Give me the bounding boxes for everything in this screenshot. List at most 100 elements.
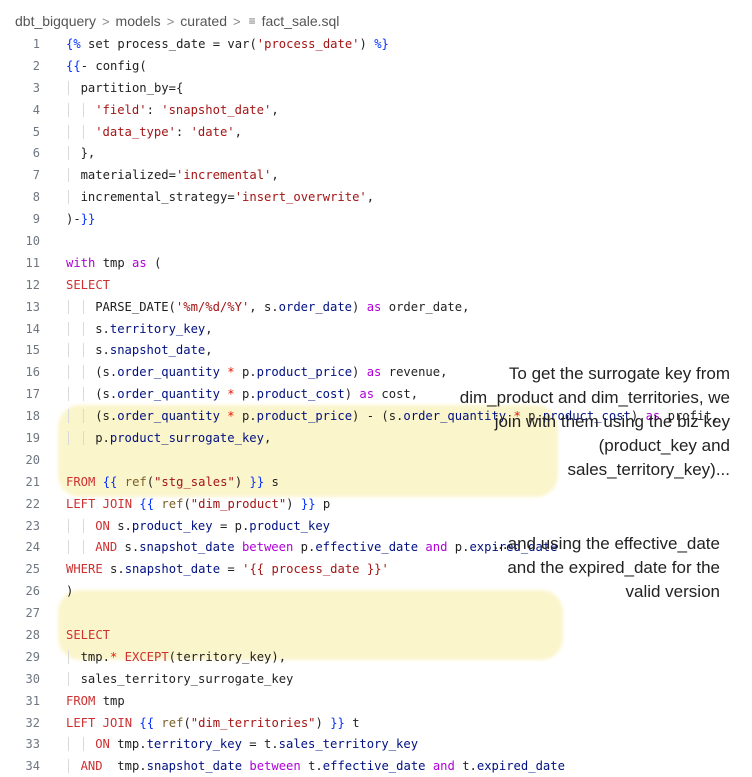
code-token: , s. xyxy=(249,299,279,314)
line-number: 30 xyxy=(25,671,40,686)
line-number: 23 xyxy=(25,518,40,533)
code-token: {{ xyxy=(139,496,155,511)
code-token: tmp xyxy=(95,255,133,270)
code-line[interactable]: 3 partition_by={ xyxy=(0,77,752,99)
breadcrumb-file[interactable]: fact_sale.sql xyxy=(262,13,340,29)
line-text: WHERE s.snapshot_date = '{{ process_date… xyxy=(66,562,389,576)
code-token: revenue, xyxy=(381,365,448,380)
code-token: PARSE_DATE( xyxy=(95,299,176,314)
code-line[interactable]: 14 s.territory_key, xyxy=(0,318,752,340)
indent-guide xyxy=(82,518,84,533)
line-number: 6 xyxy=(32,146,40,161)
code-line[interactable]: 13 PARSE_DATE('%m/%d/%Y', s.order_date) a… xyxy=(0,296,752,318)
code-token: snapshot_date xyxy=(124,562,221,577)
line-number: 3 xyxy=(32,80,40,95)
code-token: "dim_territories" xyxy=(190,715,316,730)
line-text: {% set process_date = var('process_date'… xyxy=(66,37,389,51)
code-token: %} xyxy=(374,36,389,51)
code-token: ( xyxy=(183,496,191,511)
line-text: sales_territory_surrogate_key xyxy=(66,671,293,686)
code-line[interactable]: 9)-}} xyxy=(0,208,752,230)
breadcrumb-item-models[interactable]: models xyxy=(116,13,161,29)
code-line[interactable]: 15 s.snapshot_date, xyxy=(0,339,752,361)
line-text: tmp.* EXCEPT(territory_key), xyxy=(66,649,286,664)
code-token: FROM xyxy=(66,474,96,489)
line-number: 28 xyxy=(25,627,40,642)
indent-guide xyxy=(82,365,84,380)
code-token: 'data_type' xyxy=(95,124,176,139)
code-line[interactable]: 4 'field': 'snapshot_date', xyxy=(0,99,752,121)
code-token: t. xyxy=(454,759,477,774)
code-line[interactable]: 1 {% set process_date = var('process_date… xyxy=(0,33,752,55)
code-token: "dim_product" xyxy=(190,496,287,511)
code-token: (s. xyxy=(95,365,118,380)
code-line[interactable]: 8 incremental_strategy='insert_overwrite'… xyxy=(0,186,752,208)
code-line[interactable]: 29 tmp.* EXCEPT(territory_key), xyxy=(0,646,752,668)
code-token: tmp. xyxy=(109,737,147,752)
code-token: , xyxy=(366,190,375,205)
code-token: as xyxy=(132,255,147,270)
code-line[interactable]: 11 with tmp as ( xyxy=(0,252,752,274)
indent-guide xyxy=(82,124,84,139)
line-number: 11 xyxy=(25,255,40,270)
code-token: order_quantity xyxy=(117,387,220,402)
code-token: "stg_sales" xyxy=(154,474,235,489)
code-token: p. xyxy=(241,409,257,424)
code-token: = p. xyxy=(212,518,250,533)
code-token: * xyxy=(219,365,242,380)
line-number: 17 xyxy=(25,387,40,402)
code-line[interactable]: 31 FROM tmp xyxy=(0,690,752,712)
code-token: product_price xyxy=(256,409,353,424)
code-token: cost, xyxy=(374,387,419,402)
indent-guide xyxy=(68,430,69,445)
code-token: {{ xyxy=(139,715,155,730)
code-token: 'insert_overwrite' xyxy=(234,190,367,205)
code-line[interactable]: 28 SELECT xyxy=(0,624,752,646)
breadcrumb-item-root[interactable]: dbt_bigquery xyxy=(15,13,96,29)
code-line[interactable]: 6}, xyxy=(0,142,752,164)
line-text: ON tmp.territory_key = t.sales_territory… xyxy=(66,737,418,752)
code-line[interactable]: 5 'data_type': 'date', xyxy=(0,121,752,143)
code-token: ) xyxy=(315,715,331,730)
code-line[interactable]: 33 ON tmp.territory_key = t.sales_territo… xyxy=(0,734,752,756)
code-line[interactable]: 22 LEFT JOIN {{ ref("dim_product") }} p xyxy=(0,493,752,515)
code-token: and xyxy=(425,540,448,555)
code-token: ref xyxy=(124,474,147,489)
code-line[interactable]: 30 sales_territory_surrogate_key xyxy=(0,668,752,690)
code-token: ) xyxy=(66,584,74,599)
code-token: snapshot_date xyxy=(146,759,243,774)
code-token: ) xyxy=(352,365,367,380)
breadcrumb-item-curated[interactable]: curated xyxy=(180,13,227,29)
code-line[interactable]: 7 materialized='incremental', xyxy=(0,164,752,186)
code-token: snapshot_date xyxy=(109,343,206,358)
line-number: 9 xyxy=(32,212,40,227)
line-text: SELECT xyxy=(66,628,110,642)
code-token: {{ xyxy=(66,58,81,73)
code-token: effective_date xyxy=(315,540,419,555)
code-token: territory_key xyxy=(146,737,242,752)
code-token: ) xyxy=(352,299,367,314)
line-text: PARSE_DATE('%m/%d/%Y', s.order_date) as … xyxy=(66,299,470,314)
code-token: p xyxy=(315,496,331,511)
indent-guide xyxy=(68,671,69,686)
line-number: 34 xyxy=(25,759,40,774)
code-token: product_key xyxy=(131,518,213,533)
code-token: tmp. xyxy=(80,649,110,664)
line-number: 24 xyxy=(25,540,40,555)
annotation-effective-date: ...and using the effective_date and the … xyxy=(493,534,720,601)
line-text: }, xyxy=(66,146,95,161)
code-line[interactable]: 10 xyxy=(0,230,752,252)
line-number: 20 xyxy=(25,452,40,467)
code-line[interactable]: 27 xyxy=(0,602,752,624)
code-line[interactable]: 34 AND tmp.snapshot_date between t.effect… xyxy=(0,755,752,777)
code-line[interactable]: 12 SELECT xyxy=(0,274,752,296)
code-token: EXCEPT xyxy=(124,649,169,664)
code-token: order_date, xyxy=(381,299,470,314)
indent-guide xyxy=(68,146,69,161)
line-text: SELECT xyxy=(66,278,110,292)
code-token: , xyxy=(263,430,272,445)
code-line[interactable]: 2 {{- config( xyxy=(0,55,752,77)
line-number: 18 xyxy=(25,409,40,424)
code-line[interactable]: 32 LEFT JOIN {{ ref("dim_territories") }}… xyxy=(0,712,752,734)
